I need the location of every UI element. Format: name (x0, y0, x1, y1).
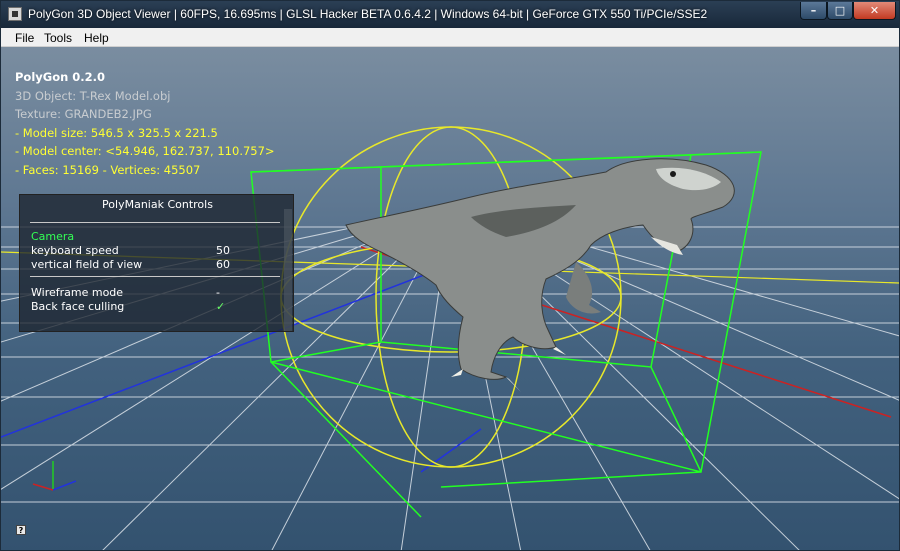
menu-file[interactable]: File (15, 31, 34, 45)
culling-checkbox[interactable]: ✓ (216, 300, 225, 313)
keyboard-speed-label: keyboard speed (31, 244, 119, 257)
object-name: 3D Object: T-Rex Model.obj (15, 88, 171, 103)
window-title: PolyGon 3D Object Viewer | 60FPS, 16.695… (28, 7, 708, 21)
section-camera: Camera (31, 230, 75, 243)
culling-label: Back face culling (31, 300, 125, 313)
wireframe-toggle[interactable]: - (216, 286, 220, 299)
faces-vertices: - Faces: 15169 - Vertices: 45507 (15, 162, 201, 177)
panel-divider (30, 222, 280, 223)
menu-help[interactable]: Help (84, 31, 109, 45)
menu-tools[interactable]: Tools (44, 31, 72, 45)
keyboard-speed-row[interactable]: keyboard speed (31, 244, 119, 257)
title-bar[interactable]: PolyGon 3D Object Viewer | 60FPS, 16.695… (1, 1, 899, 28)
fov-value[interactable]: 60 (216, 258, 230, 271)
texture-name: Texture: GRANDEB2.JPG (15, 107, 152, 121)
wireframe-row[interactable]: Wireframe mode (31, 286, 123, 299)
model-info-overlay: PolyGon 0.2.0 3D Object: T-Rex Model.obj… (15, 68, 275, 179)
fov-label: vertical field of view (31, 258, 143, 271)
model-size: - Model size: 546.5 x 325.5 x 221.5 (15, 125, 218, 140)
polymaniak-controls-panel: PolyManiak Controls Camera keyboard spee… (19, 194, 294, 332)
minimize-button[interactable]: – (800, 2, 827, 20)
app-window: PolyGon 3D Object Viewer | 60FPS, 16.695… (0, 0, 900, 551)
keyboard-speed-value[interactable]: 50 (216, 244, 230, 257)
close-button[interactable]: ✕ (853, 2, 896, 20)
fov-row[interactable]: vertical field of view (31, 258, 142, 271)
3d-viewport[interactable]: PolyGon 0.2.0 3D Object: T-Rex Model.obj… (1, 47, 899, 550)
app-version: PolyGon 0.2.0 (15, 70, 106, 84)
maximize-button[interactable]: □ (827, 2, 853, 20)
model-center: - Model center: <54.946, 162.737, 110.75… (15, 144, 275, 158)
wireframe-label: Wireframe mode (31, 286, 124, 299)
culling-row[interactable]: Back face culling (31, 300, 124, 313)
panel-scrollbar[interactable] (284, 209, 292, 331)
menu-bar: File Tools Help (1, 28, 899, 47)
help-icon[interactable]: ? (16, 525, 26, 535)
panel-divider-2 (30, 276, 280, 277)
panel-title: PolyManiak Controls (102, 198, 213, 211)
app-icon (8, 7, 22, 21)
